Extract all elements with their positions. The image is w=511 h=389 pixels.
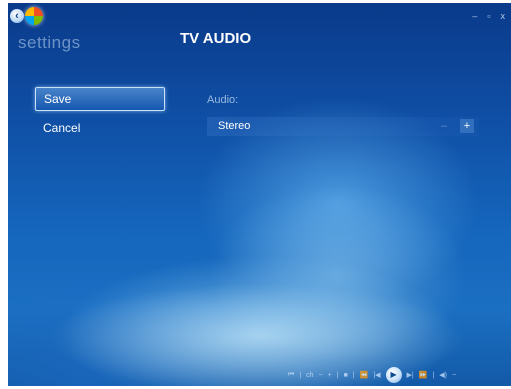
media-center-window: ‹ settings TV AUDIO – ▫ x Save Cancel Au… [8, 3, 511, 386]
play-icon[interactable]: ▶ [385, 367, 402, 383]
next-icon[interactable]: ▶| [407, 371, 414, 379]
audio-value: Stereo [218, 120, 251, 132]
close-button[interactable]: x [501, 11, 506, 21]
volume-down-button[interactable]: − [452, 372, 456, 379]
restore-button[interactable]: ▫ [487, 11, 490, 21]
action-menu: Save Cancel [35, 87, 165, 145]
channel-down-button[interactable]: − [319, 372, 323, 379]
channel-label: ch [306, 371, 314, 379]
audio-increment-button[interactable]: + [460, 119, 474, 133]
divider: | [352, 371, 355, 379]
cancel-button[interactable]: Cancel [35, 117, 163, 139]
skip-back-icon[interactable]: ⏮ [288, 371, 294, 379]
divider: | [299, 371, 302, 379]
stop-icon[interactable]: ■ [344, 372, 348, 379]
save-button[interactable]: Save [35, 87, 165, 111]
minimize-button[interactable]: – [472, 11, 477, 21]
channel-up-button[interactable]: + [328, 372, 332, 379]
rewind-icon[interactable]: ⏪ [360, 371, 369, 379]
window-controls: – ▫ x [472, 11, 505, 21]
volume-icon[interactable]: ◀) [439, 371, 447, 379]
page-title: TV AUDIO [180, 30, 252, 47]
divider: | [336, 371, 339, 379]
start-button[interactable]: ‹ [10, 7, 48, 27]
audio-label: Audio: [207, 94, 239, 106]
back-icon[interactable]: ‹ [10, 9, 24, 23]
audio-decrement-button[interactable]: – [437, 119, 451, 133]
previous-icon[interactable]: |◀ [373, 371, 380, 379]
fast-forward-icon[interactable]: ⏩ [419, 371, 428, 379]
audio-selector[interactable]: Stereo – + [207, 117, 479, 136]
windows-orb-icon[interactable] [25, 7, 43, 25]
transport-controls: ⏮ | ch − + | ■ | ⏪ |◀ ▶ ▶| ⏩ | ◀) − [288, 367, 456, 383]
divider: | [432, 371, 435, 379]
section-label: settings [18, 33, 81, 52]
